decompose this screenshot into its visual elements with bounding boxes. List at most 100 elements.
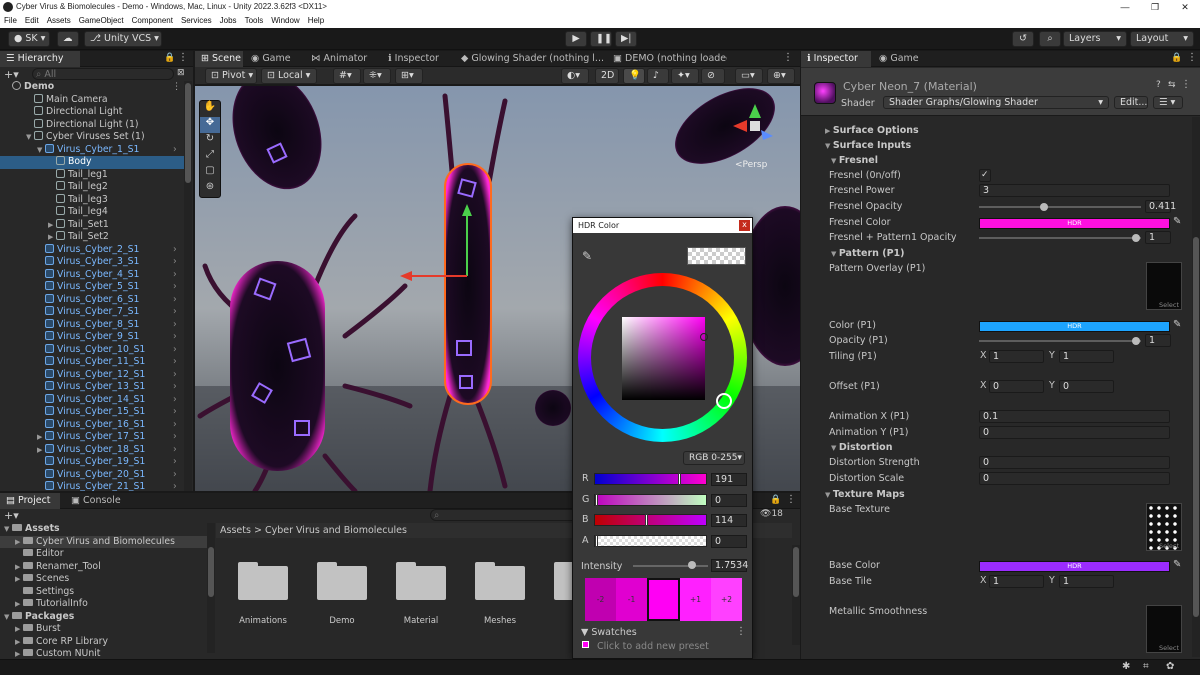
draw-mode-dropdown[interactable]: ◐▾ <box>561 68 589 84</box>
audio-toggle[interactable]: ♪ <box>647 68 669 84</box>
folder-tile[interactable] <box>238 560 288 600</box>
intensity-swatch[interactable]: +1 <box>680 578 711 621</box>
lock-icon[interactable]: 🔒 <box>164 53 175 63</box>
intensity-slider[interactable] <box>633 565 708 567</box>
project-tree-row[interactable]: ▶ Cyber Virus and Biomolecules <box>0 535 207 549</box>
property-slider[interactable] <box>979 237 1141 239</box>
local-dropdown[interactable]: ⊡ Local ▾ <box>261 68 317 84</box>
add-icon[interactable]: +▾ <box>4 68 19 81</box>
hierarchy-row[interactable]: Directional Light <box>0 106 192 119</box>
hierarchy-row[interactable]: Virus_Cyber_13_S1 › <box>0 381 192 394</box>
hierarchy-row[interactable]: Tail_leg3 <box>0 193 192 207</box>
project-tree-row[interactable]: ▶ TutorialInfo <box>0 598 207 611</box>
texture-slot[interactable]: Select <box>1146 605 1182 653</box>
account-dropdown[interactable]: ● SK ▾ <box>8 31 50 47</box>
grid-snap-dropdown[interactable]: #▾ <box>333 68 361 84</box>
bug-icon[interactable]: ✱ <box>1122 661 1130 672</box>
add-preset-hint[interactable]: Click to add new preset <box>597 641 709 652</box>
camera-dropdown[interactable]: ▭▾ <box>735 68 763 84</box>
expand-arrow-icon[interactable]: ▶ <box>15 648 23 659</box>
material-more-icon[interactable]: ⋮ <box>1181 79 1191 90</box>
play-button[interactable]: ▶ <box>565 31 587 47</box>
settings-icon[interactable]: ⇆ <box>1168 80 1176 90</box>
expand-arrow-icon[interactable]: ▶ <box>15 536 23 549</box>
property-value-field[interactable]: 0 <box>979 472 1170 485</box>
projection-label[interactable]: <Persp <box>735 160 767 170</box>
center-more-icon[interactable]: ⋮ <box>783 52 793 63</box>
foldout-open-icon[interactable]: ▼ <box>825 142 833 150</box>
prefab-open-icon[interactable]: › <box>173 319 177 332</box>
console-tab[interactable]: ▣ Console <box>65 493 125 509</box>
hierarchy-row[interactable]: Virus_Cyber_20_S1 › <box>0 468 192 482</box>
hierarchy-row[interactable]: Virus_Cyber_3_S1 › <box>0 256 192 269</box>
y-field[interactable]: 1 <box>1059 575 1114 588</box>
property-row[interactable]: ▼ Distortion <box>831 440 892 456</box>
channel-slider-b[interactable] <box>594 514 707 526</box>
2d-toggle[interactable]: 2D <box>595 68 619 84</box>
center-tab-1[interactable]: ◉ Game <box>245 51 303 67</box>
channel-slider-handle[interactable] <box>595 534 598 547</box>
hierarchy-tab[interactable]: ☰ Hierarchy <box>0 51 80 67</box>
project-tree-row[interactable]: ▶ Burst <box>0 623 207 636</box>
center-tab-2[interactable]: ⋈ Animator <box>305 51 380 67</box>
eyedropper-icon[interactable]: ✎ <box>582 249 592 263</box>
inspector-more-icon[interactable]: ⋮ <box>1187 52 1197 63</box>
project-search-input[interactable]: ⌕ <box>430 509 590 521</box>
hierarchy-row[interactable]: Demo ⋮ <box>0 81 192 94</box>
hierarchy-row[interactable]: ▼ Virus_Cyber_1_S1 › <box>0 143 192 157</box>
texture-select-label[interactable]: Select <box>1159 542 1179 550</box>
hierarchy-row[interactable]: ▶ Tail_Set1 <box>0 218 192 232</box>
property-value-field[interactable]: 0.1 <box>979 410 1170 423</box>
center-tab-4[interactable]: ◆ Glowing Shader (nothing l... <box>455 51 605 67</box>
swatches-more-icon[interactable]: ⋮ <box>736 626 746 637</box>
hierarchy-row[interactable]: Virus_Cyber_6_S1 › <box>0 293 192 307</box>
hierarchy-row[interactable]: Virus_Cyber_9_S1 › <box>0 331 192 344</box>
hierarchy-row[interactable]: Virus_Cyber_4_S1 › <box>0 268 192 282</box>
hidden-objects-toggle[interactable]: ⊘ <box>701 68 725 84</box>
hierarchy-row[interactable]: ▼ Cyber Viruses Set (1) <box>0 131 192 144</box>
project-add-icon[interactable]: +▾ <box>4 509 19 522</box>
cloud-button[interactable]: ☁ <box>57 31 79 47</box>
texture-select-label[interactable]: Select <box>1159 301 1179 309</box>
menu-gameobject[interactable]: GameObject <box>79 14 124 28</box>
menu-edit[interactable]: Edit <box>25 14 39 28</box>
prefab-open-icon[interactable]: › <box>173 431 177 444</box>
game-tab-right[interactable]: ◉ Game <box>873 51 933 67</box>
eyedropper-icon[interactable]: ✎ <box>1173 319 1181 330</box>
folder-tile[interactable] <box>396 560 446 600</box>
channel-value-b[interactable]: 114 <box>711 514 747 527</box>
intensity-knob[interactable] <box>687 561 696 569</box>
breadcrumb-current[interactable]: Cyber Virus and Biomolecules <box>265 525 407 536</box>
expand-arrow-icon[interactable]: ▶ <box>15 636 23 649</box>
prefab-open-icon[interactable]: › <box>173 269 177 282</box>
channel-slider-handle[interactable] <box>595 493 598 506</box>
texture-slot[interactable]: Select <box>1146 503 1182 551</box>
center-tab-5[interactable]: ▣ DEMO (nothing loaded) <box>607 51 727 67</box>
project-tree-row[interactable]: ▼ Packages <box>0 611 207 624</box>
property-slider[interactable] <box>979 340 1141 342</box>
project-lock-icon[interactable]: 🔒 <box>770 495 781 505</box>
channel-slider-a[interactable] <box>594 534 707 547</box>
prefab-open-icon[interactable]: › <box>173 419 177 432</box>
intensity-swatch[interactable]: -2 <box>585 578 616 621</box>
property-checkbox[interactable]: ✓ <box>979 169 991 182</box>
property-slider-value[interactable]: 0.411 <box>1145 200 1176 213</box>
prefab-open-icon[interactable]: › <box>173 244 177 257</box>
hierarchy-row[interactable]: Virus_Cyber_2_S1 › <box>0 243 192 257</box>
window-control-1[interactable]: ❐ <box>1140 0 1170 14</box>
center-tab-3[interactable]: ℹ Inspector <box>382 51 452 67</box>
property-value-field[interactable]: 0 <box>979 456 1170 469</box>
hue-handle[interactable] <box>716 393 732 409</box>
notification-icon[interactable]: ✿ <box>1166 661 1174 672</box>
center-tab-0[interactable]: ⊞ Scene <box>195 51 243 67</box>
prefab-open-icon[interactable]: › <box>173 369 177 382</box>
hierarchy-row[interactable]: Virus_Cyber_14_S1 › <box>0 393 192 407</box>
gizmos-dropdown[interactable]: ⊕▾ <box>767 68 795 84</box>
hierarchy-row[interactable]: ▶ Virus_Cyber_18_S1 › <box>0 443 192 457</box>
prefab-open-icon[interactable]: › <box>173 444 177 457</box>
shader-options-dropdown[interactable]: ☰ ▾ <box>1153 96 1183 109</box>
scene-more-icon[interactable]: ⋮ <box>172 81 181 94</box>
intensity-swatch[interactable]: +2 <box>711 578 742 621</box>
channel-value-r[interactable]: 191 <box>711 473 747 486</box>
project-tree-scrollbar[interactable] <box>207 523 215 653</box>
